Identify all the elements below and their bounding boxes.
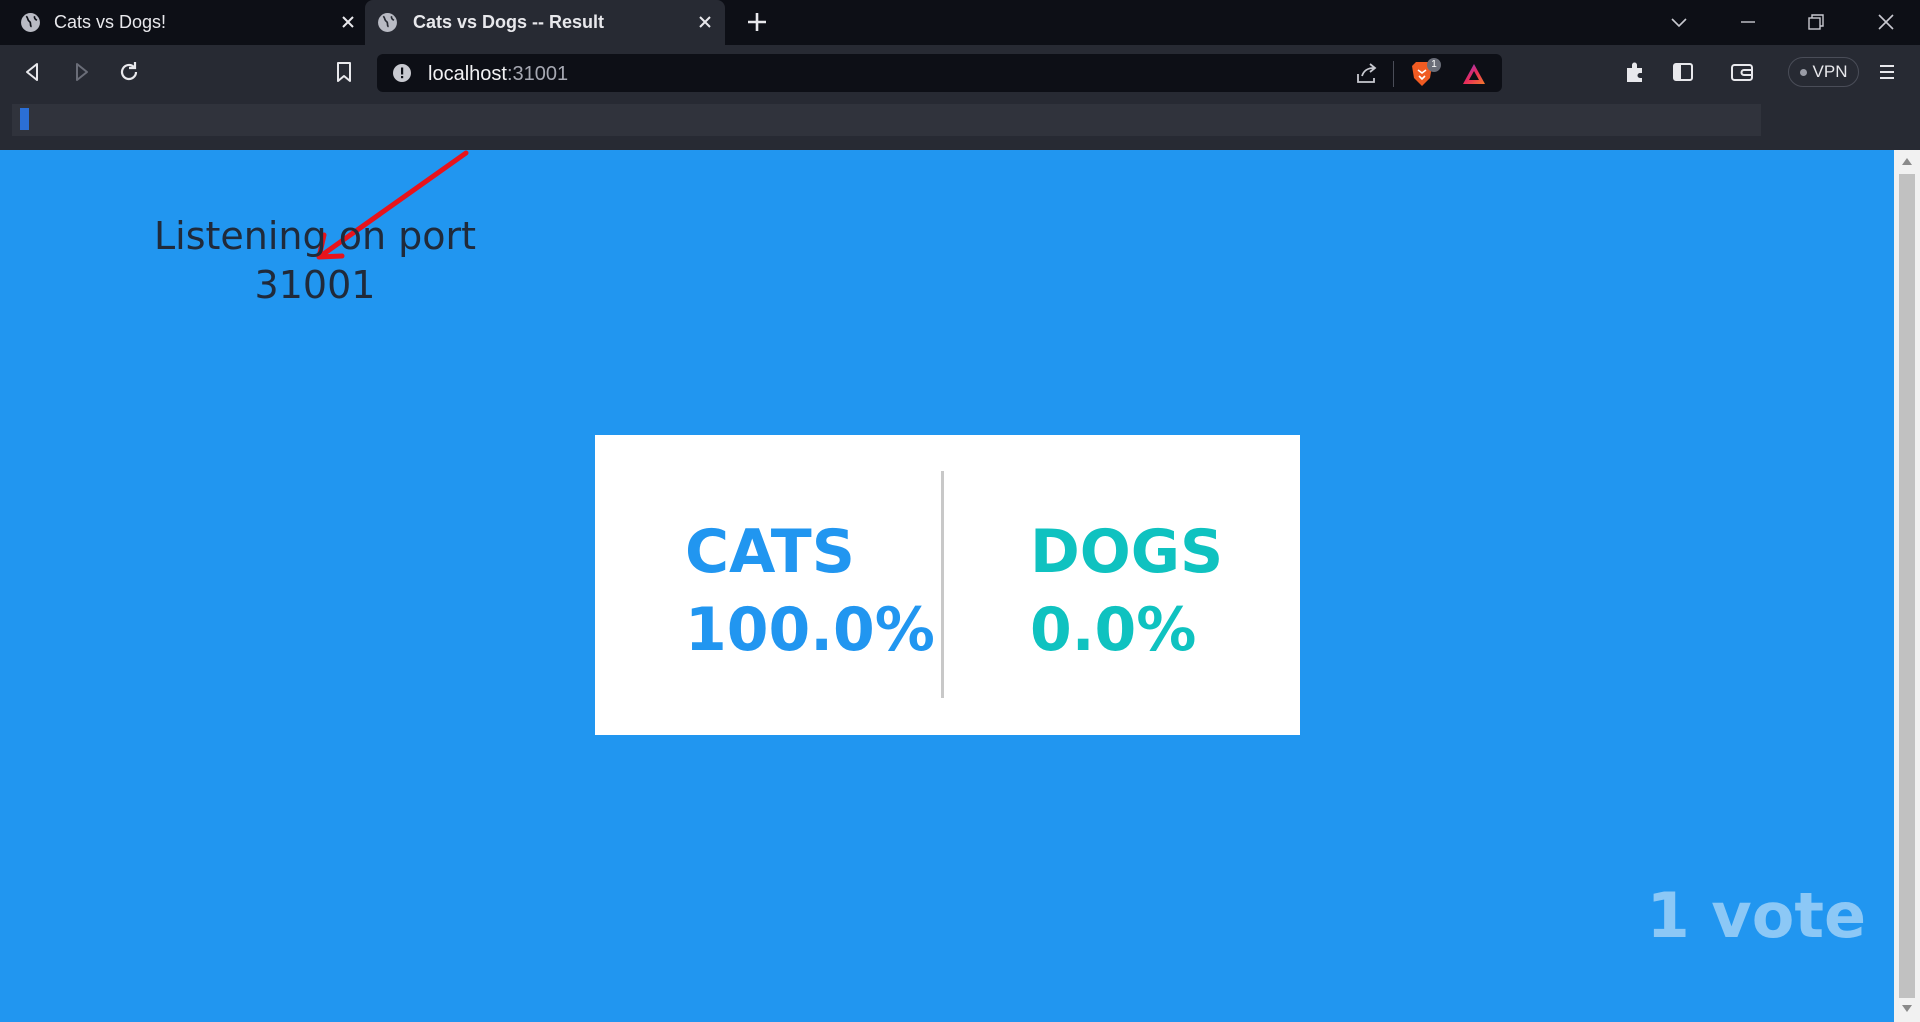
sidebar-icon[interactable]	[1670, 59, 1696, 85]
globe-icon	[21, 13, 40, 32]
vpn-status-dot	[1799, 68, 1807, 76]
dogs-percent: 0.0%	[1030, 595, 1197, 665]
tab-cats-vs-dogs-result[interactable]: Cats vs Dogs -- Result	[365, 0, 725, 45]
results-panel: CATS 100.0% DOGS 0.0%	[595, 435, 1300, 735]
scroll-up-icon[interactable]	[1902, 157, 1912, 165]
share-icon[interactable]	[1354, 61, 1380, 87]
browser-toolbar: localhost:31001 1 VPN	[0, 45, 1920, 100]
vpn-button[interactable]: VPN	[1788, 57, 1859, 87]
divider	[941, 471, 944, 698]
close-icon[interactable]	[694, 11, 716, 33]
address-bar[interactable]: localhost:31001 1	[377, 54, 1502, 92]
close-icon[interactable]	[337, 11, 359, 33]
bookmark-icon[interactable]	[331, 59, 357, 85]
info-icon[interactable]	[392, 63, 412, 83]
minimize-icon[interactable]	[1735, 9, 1761, 35]
restore-icon[interactable]	[1803, 9, 1829, 35]
scroll-down-icon[interactable]	[1902, 1005, 1912, 1013]
reload-icon[interactable]	[116, 59, 142, 85]
dogs-label: DOGS	[1030, 517, 1224, 587]
back-icon[interactable]	[20, 59, 46, 85]
forward-icon[interactable]	[68, 59, 94, 85]
separator	[1393, 61, 1394, 87]
shields-count-badge: 1	[1427, 58, 1441, 72]
find-input[interactable]	[12, 104, 1761, 136]
port-annotation: Listening on port 31001	[153, 214, 477, 307]
menu-icon[interactable]	[1874, 59, 1900, 85]
globe-icon	[378, 13, 397, 32]
tab-title: Cats vs Dogs!	[54, 12, 167, 32]
cats-percent: 100.0%	[685, 595, 935, 665]
plus-icon[interactable]	[745, 10, 769, 34]
cats-result: CATS 100.0%	[685, 513, 935, 669]
tab-cats-vs-dogs[interactable]: Cats vs Dogs!	[0, 0, 362, 45]
url-text[interactable]: localhost:31001	[428, 63, 568, 86]
tab-title: Cats vs Dogs -- Result	[413, 12, 605, 32]
scrollbar[interactable]	[1894, 150, 1920, 1022]
vpn-label: VPN	[1812, 62, 1848, 81]
chevron-down-icon[interactable]	[1666, 9, 1692, 35]
extensions-icon[interactable]	[1622, 59, 1648, 85]
cats-label: CATS	[685, 517, 855, 587]
result-page: Listening on port 31001 CATS 100.0% DOGS…	[0, 150, 1894, 1022]
url-port: :31001	[506, 63, 569, 85]
vote-count: 1 vote	[1646, 879, 1866, 952]
dogs-result: DOGS 0.0%	[1030, 513, 1223, 669]
text-cursor	[20, 108, 29, 130]
url-host: localhost	[428, 63, 507, 85]
close-window-icon[interactable]	[1873, 9, 1899, 35]
wallet-icon[interactable]	[1729, 59, 1755, 85]
scroll-thumb[interactable]	[1899, 174, 1915, 998]
find-bar	[0, 100, 1920, 150]
brave-rewards-icon[interactable]	[1461, 62, 1487, 86]
tab-strip: Cats vs Dogs! Cats vs Dogs -- Result	[0, 0, 1920, 45]
